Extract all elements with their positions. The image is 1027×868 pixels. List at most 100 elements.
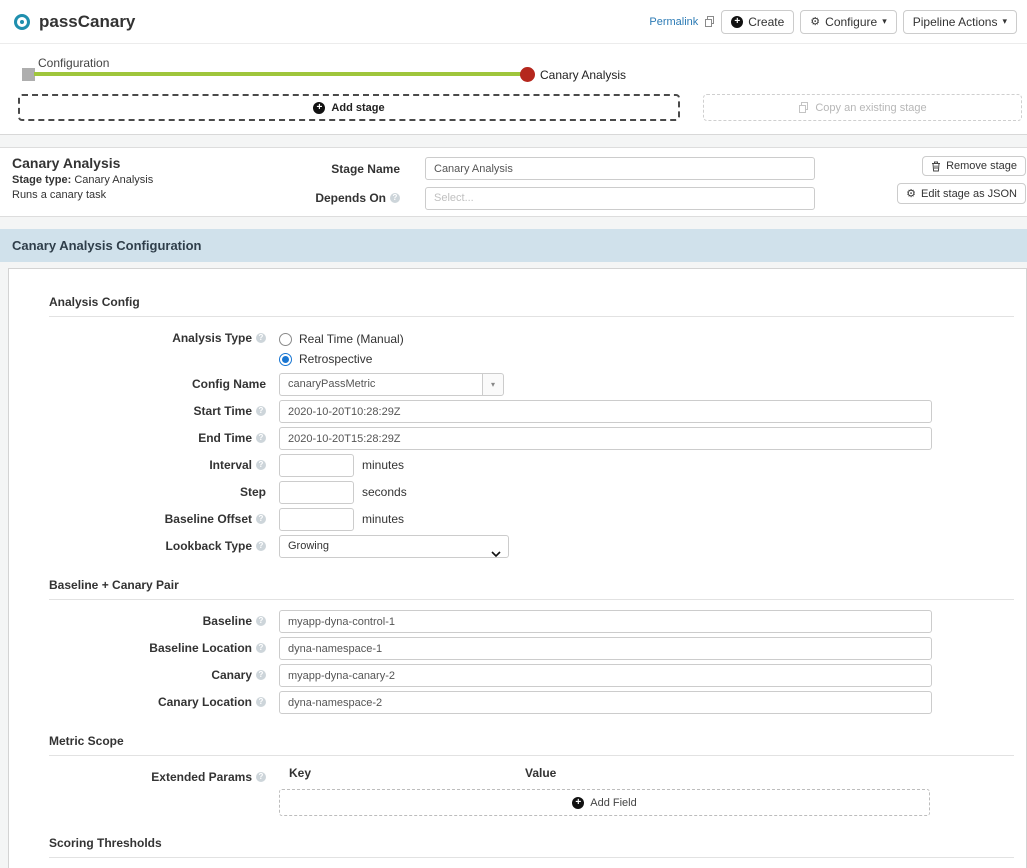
baseline-canary-heading: Baseline + Canary Pair	[49, 578, 1014, 600]
remove-stage-button[interactable]: Remove stage	[922, 156, 1026, 176]
help-icon: ?	[256, 616, 266, 626]
application-icon	[14, 14, 30, 30]
copy-permalink-icon[interactable]	[704, 16, 715, 27]
stage-buttons-row: + Add stage Copy an existing stage	[0, 92, 1027, 121]
interval-input[interactable]	[279, 454, 354, 477]
step-row: Step seconds	[9, 481, 1026, 504]
add-stage-button[interactable]: + Add stage	[18, 94, 680, 121]
key-column-header: Key	[279, 766, 525, 780]
pipeline-actions-label: Pipeline Actions	[913, 15, 998, 29]
gear-icon: ⚙	[906, 187, 916, 200]
baseline-input[interactable]	[279, 610, 932, 633]
caret-down-icon: ▾	[1002, 16, 1007, 27]
canary-location-label: Canary Location?	[9, 691, 279, 714]
config-name-row: Config Name canaryPassMetric ▾	[9, 373, 1026, 396]
stage-description: Runs a canary task	[12, 189, 153, 201]
radio-real-time-control[interactable]	[279, 333, 292, 346]
canary-analysis-node-label[interactable]: Canary Analysis	[540, 68, 626, 82]
caret-down-icon: ▾	[491, 380, 495, 389]
interval-unit: minutes	[362, 454, 404, 477]
extended-params-label: Extended Params?	[9, 766, 279, 789]
caret-down-icon: ▾	[882, 16, 887, 27]
help-icon: ?	[256, 670, 266, 680]
end-time-input[interactable]	[279, 427, 932, 450]
start-time-row: Start Time?	[9, 400, 1026, 423]
pipeline-actions-button[interactable]: Pipeline Actions ▾	[903, 10, 1017, 34]
copy-existing-stage-label: Copy an existing stage	[815, 102, 926, 114]
configure-button[interactable]: ⚙ Configure ▾	[800, 10, 896, 34]
end-time-row: End Time?	[9, 427, 1026, 450]
help-icon: ?	[256, 460, 266, 470]
step-input[interactable]	[279, 481, 354, 504]
plus-icon: +	[572, 797, 584, 809]
stage-action-buttons: Remove stage ⚙ Edit stage as JSON	[897, 156, 1026, 204]
interval-label: Interval?	[9, 454, 279, 477]
baseline-offset-row: Baseline Offset? minutes	[9, 508, 1026, 531]
stage-details-strip: Canary Analysis Stage type: Canary Analy…	[0, 147, 1027, 217]
canary-input[interactable]	[279, 664, 932, 687]
help-icon: ?	[256, 433, 266, 443]
create-button[interactable]: + Create	[721, 10, 794, 34]
baseline-offset-input[interactable]	[279, 508, 354, 531]
radio-retrospective-label: Retrospective	[299, 352, 372, 366]
copy-existing-stage-button[interactable]: Copy an existing stage	[703, 94, 1022, 121]
trash-icon	[931, 161, 941, 172]
start-time-input[interactable]	[279, 400, 932, 423]
help-icon: ?	[256, 541, 266, 551]
canary-location-row: Canary Location?	[9, 691, 1026, 714]
radio-real-time[interactable]: Real Time (Manual)	[279, 329, 404, 349]
baseline-label: Baseline?	[9, 610, 279, 633]
add-field-button[interactable]: + Add Field	[279, 789, 930, 816]
baseline-location-input[interactable]	[279, 637, 932, 660]
edit-stage-json-button[interactable]: ⚙ Edit stage as JSON	[897, 183, 1026, 204]
canary-location-input[interactable]	[279, 691, 932, 714]
remove-stage-label: Remove stage	[946, 160, 1017, 172]
help-icon: ?	[256, 514, 266, 524]
analysis-type-radio-group: Real Time (Manual) Retrospective	[279, 327, 404, 369]
lookback-type-value: Growing	[288, 540, 329, 552]
header-actions: Permalink + Create ⚙ Configure ▾ Pipelin…	[649, 10, 1017, 34]
pipeline-graph: Configuration Canary Analysis	[0, 46, 1027, 92]
help-icon: ?	[256, 643, 266, 653]
canary-analysis-node[interactable]	[520, 67, 535, 82]
radio-retrospective[interactable]: Retrospective	[279, 349, 404, 369]
copy-icon	[798, 102, 809, 113]
stage-type-value: Canary Analysis	[74, 174, 153, 186]
create-button-label: Create	[748, 15, 784, 29]
lookback-type-select[interactable]: Growing	[279, 535, 509, 558]
extended-params-editor: Key Value + Add Field	[279, 766, 930, 816]
baseline-row: Baseline?	[9, 610, 1026, 633]
canary-row: Canary?	[9, 664, 1026, 687]
plus-icon: +	[313, 102, 325, 114]
help-icon: ?	[256, 697, 266, 707]
metric-scope-heading: Metric Scope	[49, 734, 1014, 756]
lookback-type-row: Lookback Type? Growing	[9, 535, 1026, 558]
scoring-thresholds-heading: Scoring Thresholds	[49, 836, 1014, 858]
lookback-type-label: Lookback Type?	[9, 535, 279, 558]
stage-summary: Canary Analysis Stage type: Canary Analy…	[12, 155, 153, 201]
end-time-label: End Time?	[9, 427, 279, 450]
top-bar: passCanary Permalink + Create ⚙ Configur…	[0, 0, 1027, 44]
permalink-link[interactable]: Permalink	[649, 16, 698, 28]
depends-on-select[interactable]: Select...	[425, 187, 815, 210]
help-icon: ?	[256, 333, 266, 343]
plus-icon: +	[731, 16, 743, 28]
radio-retrospective-control[interactable]	[279, 353, 292, 366]
analysis-config-heading: Analysis Config	[49, 295, 1014, 317]
stage-name-label: Stage Name	[300, 162, 400, 176]
depends-on-label: Depends On?	[288, 191, 400, 205]
extended-params-headers: Key Value	[279, 766, 930, 780]
extended-params-row: Extended Params? Key Value + Add Field	[9, 766, 1026, 816]
config-name-select[interactable]: canaryPassMetric ▾	[279, 373, 504, 396]
canary-analysis-form-panel: Analysis Config Analysis Type? Real Time…	[8, 268, 1027, 868]
analysis-type-row: Analysis Type? Real Time (Manual) Retros…	[9, 327, 1026, 369]
canary-label: Canary?	[9, 664, 279, 687]
config-name-value: canaryPassMetric	[279, 373, 482, 396]
baseline-location-row: Baseline Location?	[9, 637, 1026, 660]
configuration-node-label[interactable]: Configuration	[38, 56, 109, 70]
baseline-offset-unit: minutes	[362, 508, 404, 531]
add-stage-label: Add stage	[331, 102, 384, 114]
help-icon: ?	[390, 193, 400, 203]
stage-name-input[interactable]	[425, 157, 815, 180]
combo-caret-button[interactable]: ▾	[482, 373, 504, 396]
